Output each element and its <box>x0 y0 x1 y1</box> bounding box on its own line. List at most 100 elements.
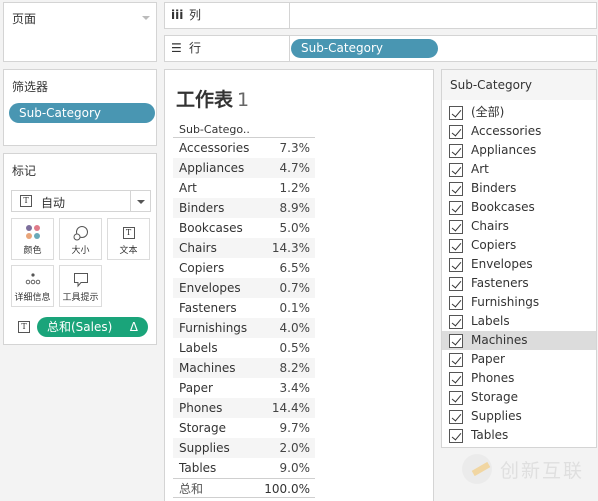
size-button-label: 大小 <box>71 246 90 256</box>
checkbox-checked-icon[interactable] <box>449 182 463 196</box>
rows-icon: ☰ <box>171 41 182 55</box>
row-sub-category: Appliances <box>179 161 245 175</box>
table-row[interactable]: Accessories 7.3% <box>173 138 315 158</box>
table-row[interactable]: Fasteners 0.1% <box>173 298 315 318</box>
row-sub-category: Accessories <box>179 141 250 155</box>
filter-option[interactable]: Art <box>442 160 596 179</box>
table-row[interactable]: Labels 0.5% <box>173 338 315 358</box>
row-sub-category: Paper <box>179 381 213 395</box>
checkbox-checked-icon[interactable] <box>449 429 463 443</box>
filter-option[interactable]: Copiers <box>442 236 596 255</box>
table-row[interactable]: Storage 9.7% <box>173 418 315 438</box>
checkbox-checked-icon[interactable] <box>449 106 463 120</box>
measure-pill-label: 总和(Sales) <box>47 320 113 334</box>
filter-option[interactable]: Machines <box>442 331 596 350</box>
filter-option[interactable]: Supplies <box>442 407 596 426</box>
table-row[interactable]: Binders 8.9% <box>173 198 315 218</box>
table-row[interactable]: Tables 9.0% <box>173 458 315 478</box>
table-row[interactable]: Paper 3.4% <box>173 378 315 398</box>
detail-button[interactable]: 详细信息 <box>11 265 54 307</box>
checkbox-checked-icon[interactable] <box>449 163 463 177</box>
rows-shelf[interactable]: ☰ 行 Sub-Category <box>164 35 597 62</box>
filter-option[interactable]: Storage <box>442 388 596 407</box>
checkbox-checked-icon[interactable] <box>449 277 463 291</box>
table-row[interactable]: Copiers 6.5% <box>173 258 315 278</box>
row-sub-category: Machines <box>179 361 236 375</box>
filter-option-label: Paper <box>471 352 505 366</box>
row-value: 14.4% <box>271 401 310 415</box>
filter-option[interactable]: Furnishings <box>442 293 596 312</box>
pages-card: 页面 <box>3 2 157 62</box>
filter-option[interactable]: Fasteners <box>442 274 596 293</box>
checkbox-checked-icon[interactable] <box>449 353 463 367</box>
filter-option[interactable]: Appliances <box>442 141 596 160</box>
text-button[interactable]: T 文本 <box>107 218 150 260</box>
table-row[interactable]: Art 1.2% <box>173 178 315 198</box>
filter-option[interactable]: Phones <box>442 369 596 388</box>
checkbox-checked-icon[interactable] <box>449 144 463 158</box>
text-icon: T <box>122 227 135 239</box>
checkbox-checked-icon[interactable] <box>449 239 463 253</box>
tooltip-button[interactable]: 工具提示 <box>59 265 102 307</box>
table-row[interactable]: Supplies 2.0% <box>173 438 315 458</box>
watermark-logo-icon <box>462 454 492 484</box>
checkbox-checked-icon[interactable] <box>449 315 463 329</box>
columns-icon: iii <box>171 8 184 22</box>
row-value: 9.7% <box>279 421 311 435</box>
worksheet-title: 工作表 1 <box>176 85 249 112</box>
rows-pill-sub-category[interactable]: Sub-Category <box>291 39 438 58</box>
rows-shelf-label: ☰ 行 <box>165 36 290 61</box>
row-value: 6.5% <box>279 261 311 275</box>
table-row[interactable]: Envelopes 0.7% <box>173 278 315 298</box>
mark-type-dropdown[interactable]: T 自动 <box>11 190 151 212</box>
filter-option-label: Copiers <box>471 238 517 252</box>
row-value: 14.3% <box>271 241 310 255</box>
table-row[interactable]: Appliances 4.7% <box>173 158 315 178</box>
pages-dropdown-icon[interactable] <box>142 16 150 20</box>
filter-option[interactable]: Envelopes <box>442 255 596 274</box>
filter-option-label: Envelopes <box>471 257 533 271</box>
filter-option[interactable]: Binders <box>442 179 596 198</box>
table-row[interactable]: Machines 8.2% <box>173 358 315 378</box>
grand-total-row[interactable]: 总和 100.0% <box>173 478 315 498</box>
filter-option[interactable]: Chairs <box>442 217 596 236</box>
filter-option[interactable]: Accessories <box>442 122 596 141</box>
column-header-sub-category[interactable]: Sub-Catego.. <box>173 122 315 138</box>
checkbox-checked-icon[interactable] <box>449 410 463 424</box>
color-button-label: 颜色 <box>23 246 42 256</box>
checkbox-checked-icon[interactable] <box>449 220 463 234</box>
watermark: 创新互联 <box>462 450 592 490</box>
row-value: 5.0% <box>279 221 311 235</box>
filter-option-label: Appliances <box>471 143 537 157</box>
measure-pill-sum-sales[interactable]: 总和(Sales) Δ <box>37 317 148 337</box>
checkbox-checked-icon[interactable] <box>449 391 463 405</box>
row-sub-category: Storage <box>179 421 226 435</box>
color-button[interactable]: 颜色 <box>11 218 54 260</box>
worksheet-title-number: 1 <box>237 89 250 111</box>
filter-pill-sub-category[interactable]: Sub-Category <box>9 103 155 123</box>
columns-shelf[interactable]: iii 列 <box>164 2 597 29</box>
filter-option[interactable]: Labels <box>442 312 596 331</box>
table-calc-delta-icon: Δ <box>129 320 138 334</box>
filter-option[interactable]: (全部) <box>442 103 596 122</box>
checkbox-checked-icon[interactable] <box>449 201 463 215</box>
filter-option[interactable]: Paper <box>442 350 596 369</box>
checkbox-checked-icon[interactable] <box>449 334 463 348</box>
checkbox-checked-icon[interactable] <box>449 296 463 310</box>
checkbox-checked-icon[interactable] <box>449 125 463 139</box>
filter-option[interactable]: Bookcases <box>442 198 596 217</box>
checkbox-checked-icon[interactable] <box>449 258 463 272</box>
table-row[interactable]: Chairs 14.3% <box>173 238 315 258</box>
filter-option-label: Binders <box>471 181 517 195</box>
table-row[interactable]: Phones 14.4% <box>173 398 315 418</box>
row-sub-category: Supplies <box>179 441 230 455</box>
table-row[interactable]: Furnishings 4.0% <box>173 318 315 338</box>
filter-option-label: Bookcases <box>471 200 535 214</box>
table-row[interactable]: Bookcases 5.0% <box>173 218 315 238</box>
row-value: 8.2% <box>279 361 311 375</box>
checkbox-checked-icon[interactable] <box>449 372 463 386</box>
detail-icon <box>25 273 40 285</box>
size-button[interactable]: 大小 <box>59 218 102 260</box>
worksheet-view: 工作表 1 Sub-Catego.. Accessories 7.3% Applian… <box>164 69 434 501</box>
filter-option[interactable]: Tables <box>442 426 596 445</box>
